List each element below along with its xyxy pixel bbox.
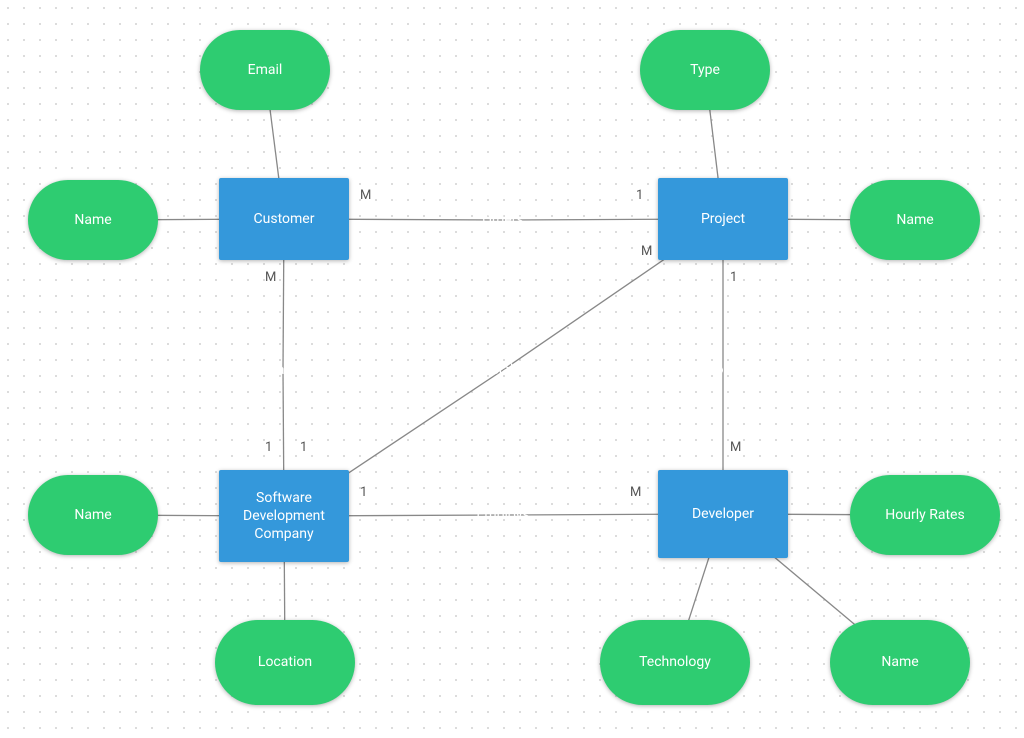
attribute-label: Technology: [639, 653, 711, 671]
attribute-company-location[interactable]: Location: [215, 620, 355, 705]
attribute-project-type[interactable]: Type: [640, 30, 770, 110]
attribute-developer-hourly-rates[interactable]: Hourly Rates: [850, 475, 1000, 555]
attribute-developer-name[interactable]: Name: [830, 620, 970, 705]
relationship-label: Orders: [482, 211, 524, 229]
attribute-label: Name: [74, 506, 111, 524]
attribute-label: Location: [258, 653, 312, 671]
cardinality-label: M: [265, 270, 276, 285]
cardinality-label: 1: [300, 440, 307, 455]
attribute-customer-name[interactable]: Name: [28, 180, 158, 260]
relationship-label: Specializes: [468, 361, 538, 379]
attribute-developer-technology[interactable]: Technology: [600, 620, 750, 705]
relationship-label: Pays: [268, 361, 298, 379]
attribute-company-name[interactable]: Name: [28, 475, 158, 555]
relationship-works[interactable]: Works: [658, 335, 788, 405]
cardinality-label: 1: [265, 440, 272, 455]
cardinality-label: 1: [730, 270, 737, 285]
relationship-label: Employs: [476, 506, 529, 524]
cardinality-label: M: [730, 440, 741, 455]
attribute-customer-email[interactable]: Email: [200, 30, 330, 110]
cardinality-label: M: [641, 244, 652, 259]
cardinality-label: M: [360, 188, 371, 203]
entity-developer[interactable]: Developer: [658, 470, 788, 558]
entity-label: Developer: [692, 505, 754, 523]
cardinality-label: M: [630, 485, 641, 500]
attribute-label: Name: [881, 653, 918, 671]
entity-label: Software Development Company: [225, 489, 343, 544]
relationship-specializes[interactable]: Specializes: [438, 335, 568, 405]
cardinality-label: 1: [636, 188, 643, 203]
entity-label: Project: [701, 210, 745, 228]
relationship-label: Works: [703, 361, 742, 379]
entity-customer[interactable]: Customer: [219, 178, 349, 260]
cardinality-label: 1: [360, 485, 367, 500]
entity-project[interactable]: Project: [658, 178, 788, 260]
attribute-project-name[interactable]: Name: [850, 180, 980, 260]
attribute-label: Type: [690, 61, 720, 79]
attribute-label: Name: [74, 211, 111, 229]
entity-label: Customer: [254, 210, 315, 228]
relationship-orders[interactable]: Orders: [438, 185, 568, 255]
relationship-pays[interactable]: Pays: [218, 335, 348, 405]
attribute-label: Name: [896, 211, 933, 229]
relationship-employs[interactable]: Employs: [438, 480, 568, 550]
attribute-label: Email: [248, 61, 283, 79]
attribute-label: Hourly Rates: [885, 506, 964, 524]
entity-company[interactable]: Software Development Company: [219, 470, 349, 562]
